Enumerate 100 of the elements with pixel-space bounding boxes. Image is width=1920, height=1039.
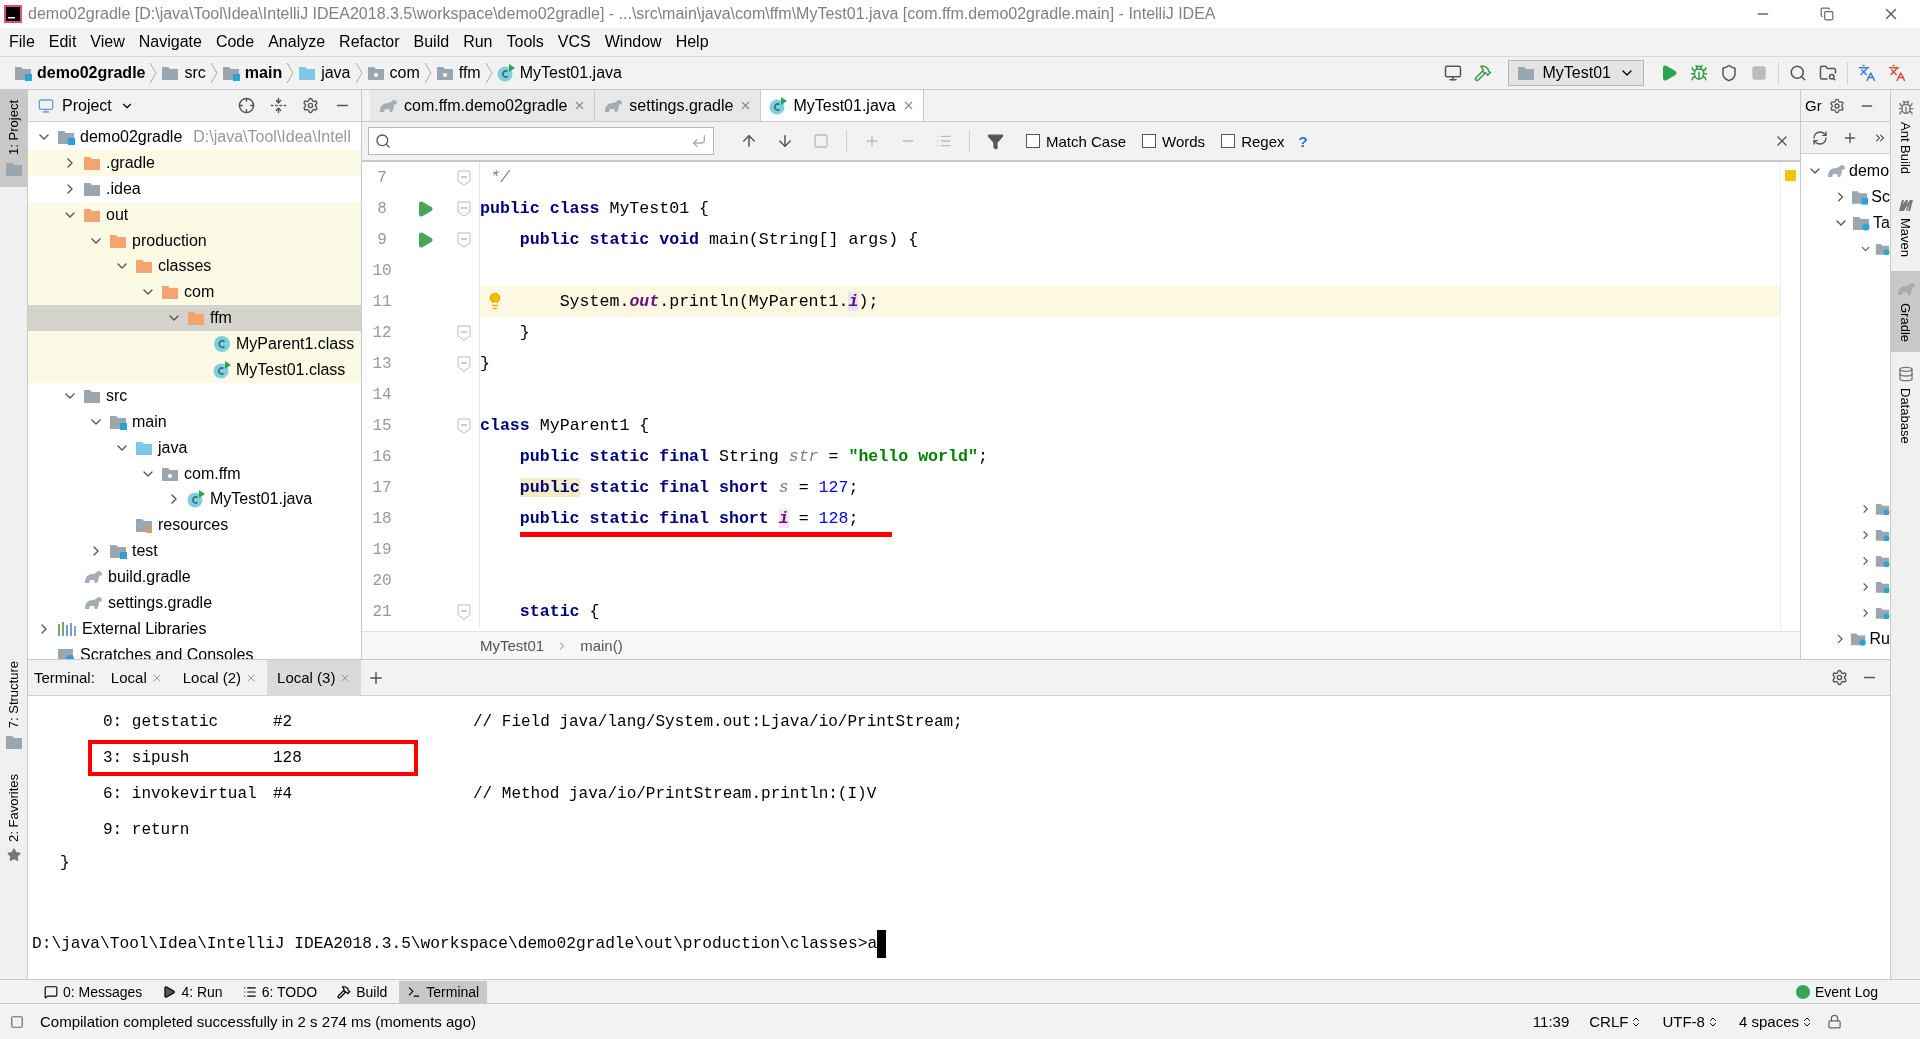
breadcrumb[interactable]: MyTest01.java — [492, 59, 626, 87]
tree-item[interactable]: resources — [28, 512, 361, 539]
status-item[interactable]: 11:39 — [1526, 1013, 1576, 1030]
menu-item[interactable]: Run — [456, 29, 500, 55]
status-item[interactable]: 4 spaces — [1732, 1013, 1819, 1030]
tree-item[interactable]: test — [28, 538, 361, 565]
settings-icon[interactable] — [301, 97, 319, 114]
breadcrumb[interactable]: com — [362, 59, 424, 87]
status-item[interactable]: CRLF — [1583, 1013, 1649, 1030]
tree-item[interactable]: .gradle — [28, 149, 361, 176]
crosshair-icon[interactable] — [237, 97, 255, 114]
search-option[interactable]: Regex — [1221, 132, 1285, 150]
refresh-icon[interactable] — [1812, 129, 1828, 146]
warning-marker[interactable] — [1785, 170, 1796, 181]
tool-window-tab[interactable]: 6: TODO — [234, 980, 326, 1003]
menu-item[interactable]: Window — [597, 29, 669, 55]
tree-item-label[interactable]: Ta — [1873, 214, 1890, 232]
help-link[interactable]: ? — [1298, 132, 1308, 150]
checkbox[interactable] — [1142, 134, 1157, 148]
breadcrumb[interactable]: demo02gradle — [10, 59, 150, 87]
menu-item[interactable]: Refactor — [332, 29, 407, 55]
arrow-down-icon[interactable] — [776, 132, 794, 150]
status-item[interactable]: UTF-8 — [1656, 1013, 1725, 1030]
menu-item[interactable]: Edit — [41, 29, 84, 55]
tree-item[interactable]: MyTest01.java — [28, 486, 361, 513]
tree-item[interactable]: main — [28, 408, 361, 435]
translate-icon[interactable] — [1888, 64, 1906, 82]
tree-item[interactable]: .idea — [28, 175, 361, 202]
editor-tab[interactable]: com.ffm.demo02gradle — [370, 90, 596, 121]
settings-icon[interactable] — [1830, 669, 1848, 686]
tree-item[interactable]: demo02gradle D:\java\Tool\Idea\Intell — [28, 124, 361, 150]
session-tab[interactable]: Local — [100, 659, 173, 696]
fold-marker-icon[interactable] — [456, 231, 471, 248]
restore-icon[interactable] — [1820, 7, 1834, 21]
fold-marker-icon[interactable] — [456, 417, 471, 434]
tool-window-tab[interactable]: 4: Run — [154, 980, 231, 1003]
tool-window-tab[interactable]: Gradle — [1891, 271, 1920, 353]
editor-tab[interactable]: settings.gradle — [595, 90, 762, 121]
tree-item[interactable]: MyTest01.class — [28, 357, 361, 383]
window-icon[interactable] — [1443, 64, 1462, 82]
breadcrumb[interactable]: main() — [580, 637, 623, 654]
tool-window-tab[interactable]: 7: Structure — [0, 650, 27, 761]
collapse-icon[interactable] — [269, 97, 287, 114]
breadcrumb[interactable]: MyTest01 — [480, 637, 545, 654]
tool-window-tab[interactable]: Build — [329, 980, 396, 1003]
tree-item[interactable]: production — [28, 227, 361, 254]
tool-window-tab[interactable]: 0: Messages — [36, 980, 151, 1003]
checkbox[interactable] — [1026, 134, 1040, 148]
shield-icon[interactable] — [1720, 64, 1738, 82]
menu-item[interactable]: File — [2, 29, 42, 55]
run-gutter-icon[interactable] — [416, 199, 434, 218]
hammer-icon[interactable] — [1473, 64, 1492, 82]
search-icon[interactable] — [1789, 64, 1807, 82]
tree-item-label[interactable]: Ru — [1869, 630, 1890, 648]
fold-marker-icon[interactable] — [456, 603, 471, 620]
menu-item[interactable]: Build — [406, 29, 457, 55]
tree-item-label[interactable]: demo — [1849, 162, 1890, 180]
menu-item[interactable]: Analyze — [261, 29, 333, 55]
fold-marker-icon[interactable] — [456, 200, 471, 217]
panel-toggle-icon[interactable] — [10, 1014, 24, 1029]
tree-item[interactable]: External Libraries — [28, 615, 361, 642]
editor-tab[interactable]: MyTest01.java — [761, 90, 924, 121]
tree-item[interactable]: build.gradle — [28, 564, 361, 591]
fold-marker-icon[interactable] — [456, 355, 471, 372]
tool-window-tab[interactable]: Database — [1891, 356, 1920, 454]
lock-icon[interactable] — [1827, 1014, 1842, 1029]
run-gutter-icon[interactable] — [416, 230, 434, 249]
breadcrumb[interactable]: java — [294, 59, 355, 87]
tree-item[interactable]: src — [28, 382, 361, 409]
menu-item[interactable]: Navigate — [131, 29, 209, 55]
event-log-button[interactable]: Event Log — [1787, 980, 1886, 1003]
session-tab[interactable]: Local (2) — [172, 659, 268, 696]
tree-item[interactable]: com.ffm — [28, 460, 361, 487]
search-field[interactable] — [368, 127, 714, 155]
bug-icon[interactable] — [1690, 64, 1708, 82]
breadcrumb[interactable]: src — [157, 59, 210, 87]
settings-icon[interactable] — [1828, 97, 1845, 114]
tool-window-tab[interactable]: 2: Favorites — [0, 764, 27, 873]
menu-item[interactable]: Help — [668, 29, 716, 55]
session-tab[interactable]: Local (3) — [267, 659, 362, 696]
tree-item[interactable]: java — [28, 434, 361, 461]
tree-item-label[interactable]: Sc — [1871, 188, 1890, 206]
tree-item[interactable]: MyParent1.class — [28, 331, 361, 357]
run-config-dropdown[interactable]: MyTest01 — [1507, 60, 1644, 86]
play-icon[interactable] — [1660, 64, 1678, 82]
menu-item[interactable]: Tools — [499, 29, 551, 55]
folder-search-icon[interactable] — [1819, 64, 1837, 82]
tool-window-tab[interactable]: Ant Build — [1891, 90, 1920, 185]
translate-icon[interactable] — [1858, 64, 1876, 82]
breadcrumb[interactable]: main — [217, 59, 287, 87]
tree-item[interactable]: com — [28, 279, 361, 306]
search-option[interactable]: Words — [1142, 132, 1206, 150]
search-option[interactable]: Match Case — [1026, 132, 1127, 150]
tree-item[interactable]: ffm — [28, 305, 361, 332]
tool-window-tab[interactable]: 1: Project — [0, 90, 27, 187]
tool-window-tab[interactable]: Maven — [1891, 188, 1920, 268]
fold-marker-icon[interactable] — [456, 324, 471, 341]
project-view-dropdown[interactable]: Project — [34, 96, 138, 115]
tree-item[interactable]: out — [28, 201, 361, 228]
tree-item[interactable]: classes — [28, 253, 361, 280]
